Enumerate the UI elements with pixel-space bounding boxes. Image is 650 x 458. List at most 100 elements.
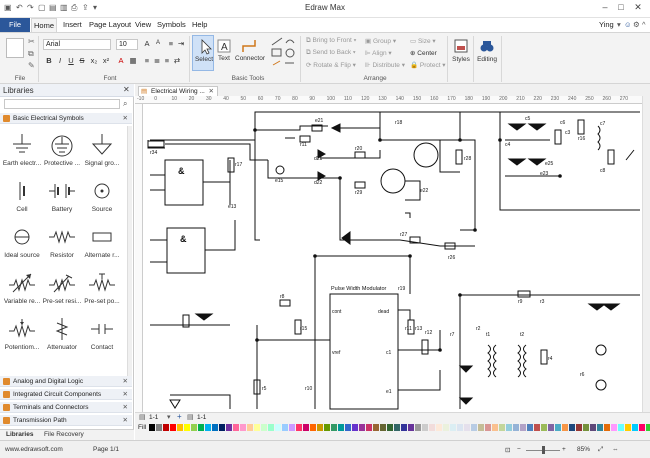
circuit-diagram[interactable]: & & Pulse Width Modulator cont dead vref…	[143, 104, 642, 412]
symbol-source[interactable]: Source	[82, 178, 122, 213]
close-icon[interactable]: ✕	[123, 113, 128, 124]
color-swatch[interactable]	[506, 424, 512, 431]
document-tab[interactable]: ▤ Electrical Wiring ... ✕	[138, 86, 218, 96]
subscript-button[interactable]: x₂	[89, 56, 99, 65]
font-size-select[interactable]: 10	[116, 39, 138, 50]
menu-help[interactable]: Help	[192, 20, 207, 29]
protect-button[interactable]: 🔒 Protect ▾	[410, 61, 446, 69]
color-swatch[interactable]	[366, 424, 372, 431]
menu-insert[interactable]: Insert	[63, 20, 82, 29]
color-swatch[interactable]	[499, 424, 505, 431]
indent-icon[interactable]: ⇥	[176, 39, 186, 48]
color-swatch[interactable]	[597, 424, 603, 431]
color-swatch[interactable]	[415, 424, 421, 431]
color-swatch[interactable]	[527, 424, 533, 431]
tab-libraries[interactable]: Libraries	[6, 431, 33, 438]
color-swatch[interactable]	[163, 424, 169, 431]
color-swatch[interactable]	[184, 424, 190, 431]
color-swatch[interactable]	[268, 424, 274, 431]
color-swatch[interactable]	[156, 424, 162, 431]
align-right-button[interactable]: ≡	[162, 56, 172, 65]
page-tab[interactable]: 1-1	[149, 414, 158, 421]
color-swatch[interactable]	[289, 424, 295, 431]
page-menu-icon[interactable]: ▾	[167, 413, 171, 421]
color-swatch[interactable]	[282, 424, 288, 431]
highlight-button[interactable]: ▦	[128, 56, 138, 65]
strikethrough-button[interactable]: S	[77, 56, 87, 65]
wrap-button[interactable]: ⇄	[172, 56, 182, 65]
category-analog-digital[interactable]: Analog and Digital Logic ✕	[0, 376, 132, 387]
color-swatch[interactable]	[394, 424, 400, 431]
color-swatch[interactable]	[254, 424, 260, 431]
symbol-variable-resistor[interactable]: Variable re...	[2, 270, 42, 305]
editing-button[interactable]: Editing	[476, 36, 498, 80]
color-swatch[interactable]	[485, 424, 491, 431]
symbol-protective-earth[interactable]: Protective ...	[42, 132, 82, 167]
user-name[interactable]: Ying	[599, 20, 614, 29]
text-tool-button[interactable]: A Text	[216, 35, 232, 71]
library-search-input[interactable]	[4, 99, 120, 109]
color-swatch[interactable]	[639, 424, 645, 431]
symbol-earth[interactable]: Earth electr...	[2, 132, 42, 167]
align-left-button[interactable]: ≡	[142, 56, 152, 65]
settings-icon[interactable]: ⚙	[633, 20, 640, 29]
full-screen-icon[interactable]: ⤢	[598, 446, 603, 454]
color-swatch[interactable]	[275, 424, 281, 431]
color-swatch[interactable]	[205, 424, 211, 431]
file-menu[interactable]: File	[0, 18, 30, 32]
color-swatch[interactable]	[576, 424, 582, 431]
rotate-flip-button[interactable]: ⟳ Rotate & Flip ▾	[306, 61, 356, 69]
color-swatch[interactable]	[198, 424, 204, 431]
color-swatch[interactable]	[345, 424, 351, 431]
shrink-font-icon[interactable]: A	[153, 40, 163, 46]
copy-icon[interactable]: ⧉	[28, 49, 34, 59]
page-nav-icon[interactable]: ▤	[139, 413, 146, 421]
maximize-icon[interactable]: □	[614, 2, 628, 12]
color-swatch[interactable]	[611, 424, 617, 431]
symbol-preset-resistor[interactable]: Pre-set resi...	[42, 270, 82, 305]
smiley-icon[interactable]: ☺	[624, 20, 632, 29]
color-swatch[interactable]	[604, 424, 610, 431]
color-swatch[interactable]	[429, 424, 435, 431]
center-button[interactable]: ⊕ Center	[410, 49, 437, 57]
close-icon[interactable]: ✕	[123, 402, 128, 413]
tab-file-recovery[interactable]: File Recovery	[44, 431, 84, 438]
send-to-back-button[interactable]: ⧉ Send to Back ▾	[306, 49, 356, 57]
color-swatch[interactable]	[310, 424, 316, 431]
zoom-out-icon[interactable]: −	[517, 446, 521, 453]
color-swatch[interactable]	[352, 424, 358, 431]
color-swatch[interactable]	[443, 424, 449, 431]
symbol-resistor[interactable]: Resistor	[42, 224, 82, 259]
color-swatch[interactable]	[380, 424, 386, 431]
color-swatch[interactable]	[373, 424, 379, 431]
color-swatch[interactable]	[149, 424, 155, 431]
category-transmission-path[interactable]: Transmission Path ✕	[0, 415, 132, 426]
color-swatch[interactable]	[562, 424, 568, 431]
symbol-alternate-resistor[interactable]: Alternate r...	[82, 224, 122, 259]
color-swatch[interactable]	[226, 424, 232, 431]
menu-home[interactable]: Home	[31, 18, 57, 32]
color-swatch[interactable]	[555, 424, 561, 431]
symbol-potentiometer[interactable]: Potentiom...	[2, 316, 42, 351]
color-swatch[interactable]	[233, 424, 239, 431]
minimize-icon[interactable]: –	[598, 2, 612, 12]
drawing-canvas[interactable]: & & Pulse Width Modulator cont dead vref…	[143, 104, 642, 412]
color-swatch[interactable]	[513, 424, 519, 431]
color-swatch[interactable]	[625, 424, 631, 431]
color-swatch[interactable]	[422, 424, 428, 431]
italic-button[interactable]: I	[55, 56, 65, 65]
color-swatch[interactable]	[219, 424, 225, 431]
align-button[interactable]: ⊫ Align ▾	[365, 49, 392, 57]
shape-tools-icons[interactable]	[268, 35, 298, 75]
color-swatch[interactable]	[240, 424, 246, 431]
chevron-down-icon[interactable]: ▾	[617, 20, 621, 29]
connector-tool-button[interactable]: Connector	[234, 35, 266, 71]
color-swatch[interactable]	[436, 424, 442, 431]
color-swatch[interactable]	[296, 424, 302, 431]
color-swatch[interactable]	[548, 424, 554, 431]
color-swatch[interactable]	[303, 424, 309, 431]
menu-view[interactable]: View	[135, 20, 151, 29]
color-swatch[interactable]	[583, 424, 589, 431]
fit-width-icon[interactable]: ⇔	[612, 446, 619, 453]
font-family-select[interactable]: Arial	[43, 39, 111, 50]
